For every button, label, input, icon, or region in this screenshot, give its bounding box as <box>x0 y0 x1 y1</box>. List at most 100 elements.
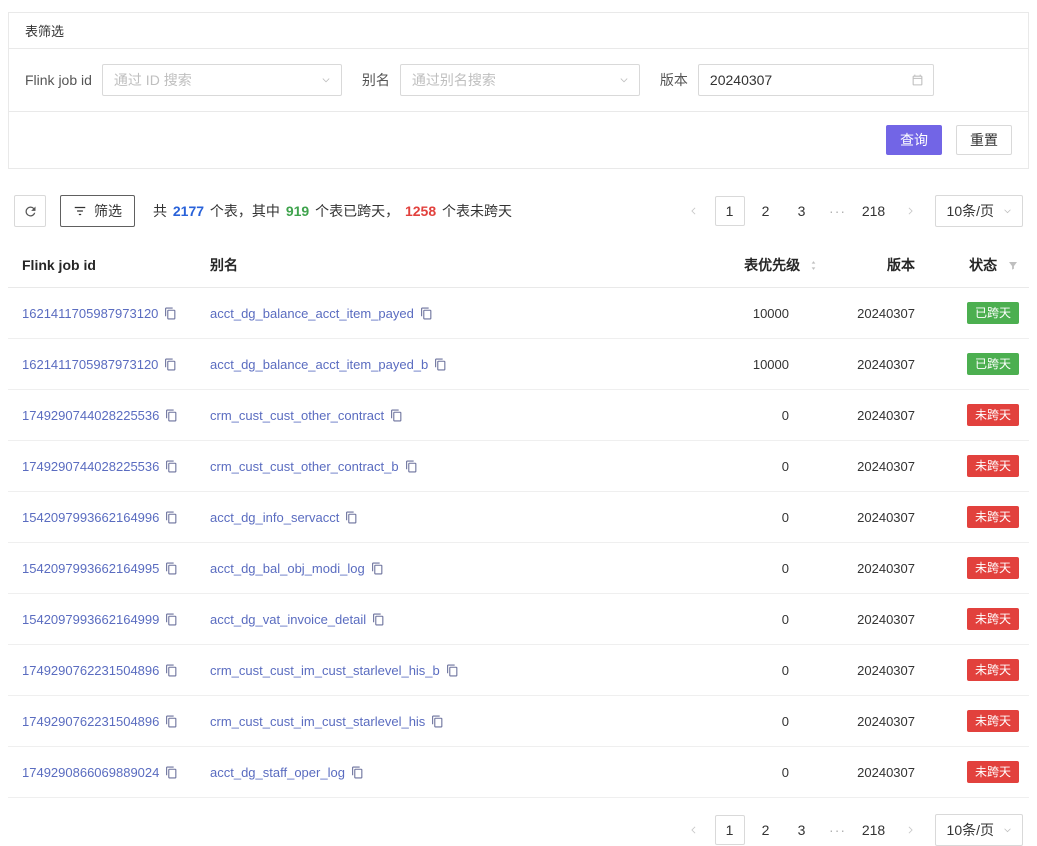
refresh-button[interactable] <box>14 195 46 227</box>
job-id-select[interactable]: 通过 ID 搜索 <box>102 64 342 96</box>
copy-icon[interactable] <box>165 715 178 728</box>
version-cell: 20240307 <box>829 645 925 696</box>
alias-select[interactable]: 通过别名搜索 <box>400 64 640 96</box>
version-cell: 20240307 <box>829 594 925 645</box>
filter-panel-title: 表筛选 <box>9 13 1028 49</box>
copy-icon[interactable] <box>390 409 403 422</box>
priority-cell: 0 <box>581 390 829 441</box>
refresh-icon <box>23 204 38 219</box>
copy-icon[interactable] <box>164 307 177 320</box>
table-row: 1749290744028225536 crm_cust_cust_other_… <box>8 390 1029 441</box>
page-button-last[interactable]: 218 <box>859 196 889 226</box>
page-button-2[interactable]: 2 <box>751 815 781 845</box>
page-button-last[interactable]: 218 <box>859 815 889 845</box>
prev-page-button[interactable] <box>679 815 709 845</box>
table-header-row: Flink job id 别名 表优先级 版本 状态 <box>8 243 1029 288</box>
alias-link[interactable]: crm_cust_cust_other_contract <box>210 408 384 423</box>
job-id-link[interactable]: 1749290762231504896 <box>22 714 159 729</box>
filter-icon <box>73 204 87 218</box>
copy-icon[interactable] <box>165 664 178 677</box>
priority-cell: 0 <box>581 543 829 594</box>
reset-button[interactable]: 重置 <box>956 125 1012 155</box>
alias-link[interactable]: acct_dg_balance_acct_item_payed_b <box>210 357 428 372</box>
priority-cell: 10000 <box>581 339 829 390</box>
filter-panel: 表筛选 Flink job id 通过 ID 搜索 别名 通过别名搜索 版本 2… <box>8 12 1029 169</box>
copy-icon[interactable] <box>431 715 444 728</box>
page-size-select[interactable]: 10条/页 <box>935 814 1023 846</box>
table-row: 1749290762231504896 crm_cust_cust_im_cus… <box>8 696 1029 747</box>
job-id-link[interactable]: 1542097993662164996 <box>22 510 159 525</box>
alias-link[interactable]: crm_cust_cust_im_cust_starlevel_his_b <box>210 663 440 678</box>
alias-link[interactable]: crm_cust_cust_im_cust_starlevel_his <box>210 714 425 729</box>
status-badge: 未跨天 <box>967 557 1019 579</box>
status-badge: 已跨天 <box>967 353 1019 375</box>
table-row: 1542097993662164995 acct_dg_bal_obj_modi… <box>8 543 1029 594</box>
job-id-link[interactable]: 1621411705987973120 <box>22 357 158 372</box>
priority-cell: 0 <box>581 594 829 645</box>
copy-icon[interactable] <box>345 511 358 524</box>
page-button-3[interactable]: 3 <box>787 196 817 226</box>
priority-cell: 10000 <box>581 288 829 339</box>
page-ellipsis[interactable]: ··· <box>823 196 853 226</box>
summary-text: 共 <box>153 203 171 219</box>
copy-icon[interactable] <box>164 358 177 371</box>
copy-icon[interactable] <box>165 766 178 779</box>
copy-icon[interactable] <box>405 460 418 473</box>
job-id-link[interactable]: 1749290762231504896 <box>22 663 159 678</box>
alias-link[interactable]: acct_dg_balance_acct_item_payed <box>210 306 414 321</box>
copy-icon[interactable] <box>446 664 459 677</box>
query-button[interactable]: 查询 <box>886 125 942 155</box>
summary-text: 个表已跨天， <box>311 203 403 219</box>
next-page-button[interactable] <box>895 815 925 845</box>
copy-icon[interactable] <box>165 562 178 575</box>
copy-icon[interactable] <box>372 613 385 626</box>
copy-icon[interactable] <box>165 613 178 626</box>
page: 表筛选 Flink job id 通过 ID 搜索 别名 通过别名搜索 版本 2… <box>0 0 1037 846</box>
copy-icon[interactable] <box>165 409 178 422</box>
table-toolbar: 筛选 共 2177 个表，其中 919 个表已跨天， 1258 个表未跨天 1 … <box>14 195 1023 227</box>
status-badge: 未跨天 <box>967 506 1019 528</box>
col-header-job-id: Flink job id <box>8 243 200 288</box>
page-size-select[interactable]: 10条/页 <box>935 195 1023 227</box>
page-button-2[interactable]: 2 <box>751 196 781 226</box>
pagination-top: 1 2 3 ··· 218 <box>679 196 925 226</box>
job-id-link[interactable]: 1749290744028225536 <box>22 459 159 474</box>
version-cell: 20240307 <box>829 543 925 594</box>
version-cell: 20240307 <box>829 288 925 339</box>
next-page-button[interactable] <box>895 196 925 226</box>
status-badge: 未跨天 <box>967 404 1019 426</box>
alias-link[interactable]: acct_dg_vat_invoice_detail <box>210 612 366 627</box>
table-row: 1542097993662164996 acct_dg_info_servacc… <box>8 492 1029 543</box>
version-cell: 20240307 <box>829 492 925 543</box>
copy-icon[interactable] <box>165 511 178 524</box>
prev-page-button[interactable] <box>679 196 709 226</box>
job-id-label: Flink job id <box>25 72 92 88</box>
bottom-bar: 1 2 3 ··· 218 10条/页 <box>14 814 1023 846</box>
alias-label: 别名 <box>362 70 390 90</box>
copy-icon[interactable] <box>351 766 364 779</box>
alias-link[interactable]: acct_dg_bal_obj_modi_log <box>210 561 365 576</box>
copy-icon[interactable] <box>420 307 433 320</box>
col-header-status: 状态 <box>969 257 997 273</box>
status-badge: 未跨天 <box>967 710 1019 732</box>
job-id-link[interactable]: 1542097993662164999 <box>22 612 159 627</box>
alias-link[interactable]: acct_dg_info_servacct <box>210 510 339 525</box>
version-date-input[interactable]: 20240307 <box>698 64 934 96</box>
alias-link[interactable]: crm_cust_cust_other_contract_b <box>210 459 399 474</box>
job-id-link[interactable]: 1542097993662164995 <box>22 561 159 576</box>
chevron-down-icon <box>1002 206 1013 217</box>
page-button-1[interactable]: 1 <box>715 196 745 226</box>
status-badge: 未跨天 <box>967 455 1019 477</box>
copy-icon[interactable] <box>371 562 384 575</box>
table-summary: 共 2177 个表，其中 919 个表已跨天， 1258 个表未跨天 <box>153 201 512 221</box>
copy-icon[interactable] <box>165 460 178 473</box>
copy-icon[interactable] <box>434 358 447 371</box>
filter-toggle-button[interactable]: 筛选 <box>60 195 135 227</box>
job-id-link[interactable]: 1749290744028225536 <box>22 408 159 423</box>
page-button-3[interactable]: 3 <box>787 815 817 845</box>
page-ellipsis[interactable]: ··· <box>823 815 853 845</box>
job-id-link[interactable]: 1621411705987973120 <box>22 306 158 321</box>
column-filter-icon[interactable] <box>1007 260 1019 272</box>
page-button-1[interactable]: 1 <box>715 815 745 845</box>
sort-icon[interactable] <box>808 259 819 272</box>
